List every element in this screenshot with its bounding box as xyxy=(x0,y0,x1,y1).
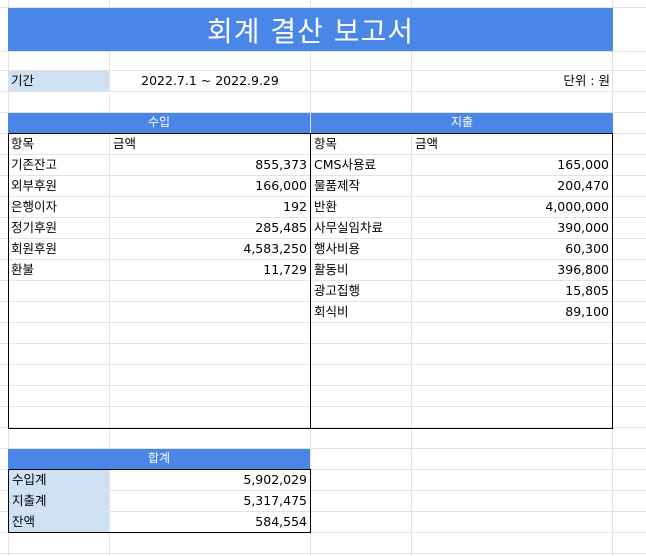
income-header[interactable]: 수입 xyxy=(8,113,310,133)
summary-value-expense-total[interactable]: 5,317,475 xyxy=(110,491,310,511)
summary-value-balance[interactable]: 584,554 xyxy=(110,512,310,532)
period-label[interactable]: 기간 xyxy=(8,71,109,91)
unit-label[interactable]: 단위 : 원 xyxy=(512,71,613,91)
income-item[interactable]: 외부후원 xyxy=(8,176,109,196)
income-amount[interactable]: 855,373 xyxy=(110,155,310,175)
report-title[interactable]: 회계 결산 보고서 xyxy=(8,8,613,51)
summary-label-balance[interactable]: 잔액 xyxy=(9,512,109,532)
summary-label-income-total[interactable]: 수입계 xyxy=(9,470,109,490)
expense-item[interactable]: 사무실임차료 xyxy=(311,218,412,238)
summary-header[interactable]: 합계 xyxy=(8,449,310,469)
expense-item[interactable]: 활동비 xyxy=(311,260,412,280)
income-item[interactable]: 기존잔고 xyxy=(8,155,109,175)
income-item[interactable]: 은행이자 xyxy=(8,197,109,217)
income-col-amount[interactable]: 금액 xyxy=(110,134,310,154)
expense-item[interactable]: 광고집행 xyxy=(311,281,412,301)
income-amount[interactable]: 4,583,250 xyxy=(110,239,310,259)
income-amount[interactable]: 11,729 xyxy=(110,260,310,280)
expense-header[interactable]: 지출 xyxy=(311,113,613,133)
expense-item[interactable]: 회식비 xyxy=(311,302,412,322)
expense-amount[interactable]: 4,000,000 xyxy=(412,197,612,217)
expense-item[interactable]: 행사비용 xyxy=(311,239,412,259)
summary-label-expense-total[interactable]: 지출계 xyxy=(9,491,109,511)
income-amount[interactable]: 192 xyxy=(110,197,310,217)
expense-amount[interactable]: 15,805 xyxy=(412,281,612,301)
income-amount[interactable]: 166,000 xyxy=(110,176,310,196)
period-value[interactable]: 2022.7.1 ~ 2022.9.29 xyxy=(110,71,310,91)
income-amount[interactable]: 285,485 xyxy=(110,218,310,238)
expense-amount[interactable]: 165,000 xyxy=(412,155,612,175)
expense-item[interactable]: CMS사용료 xyxy=(311,155,412,175)
summary-value-income-total[interactable]: 5,902,029 xyxy=(110,470,310,490)
expense-item[interactable]: 반환 xyxy=(311,197,412,217)
income-item[interactable]: 환불 xyxy=(8,260,109,280)
income-item[interactable]: 회원후원 xyxy=(8,239,109,259)
expense-amount[interactable]: 396,800 xyxy=(412,260,612,280)
expense-amount[interactable]: 60,300 xyxy=(412,239,612,259)
income-item[interactable]: 정기후원 xyxy=(8,218,109,238)
income-col-item[interactable]: 항목 xyxy=(8,134,109,154)
spreadsheet-grid[interactable]: 회계 결산 보고서 기간 2022.7.1 ~ 2022.9.29 단위 : 원… xyxy=(0,0,646,556)
expense-amount[interactable]: 390,000 xyxy=(412,218,612,238)
expense-amount[interactable]: 200,470 xyxy=(412,176,612,196)
expense-col-item[interactable]: 항목 xyxy=(311,134,412,154)
expense-amount[interactable]: 89,100 xyxy=(412,302,612,322)
expense-col-amount[interactable]: 금액 xyxy=(412,134,612,154)
expense-item[interactable]: 물품제작 xyxy=(311,176,412,196)
